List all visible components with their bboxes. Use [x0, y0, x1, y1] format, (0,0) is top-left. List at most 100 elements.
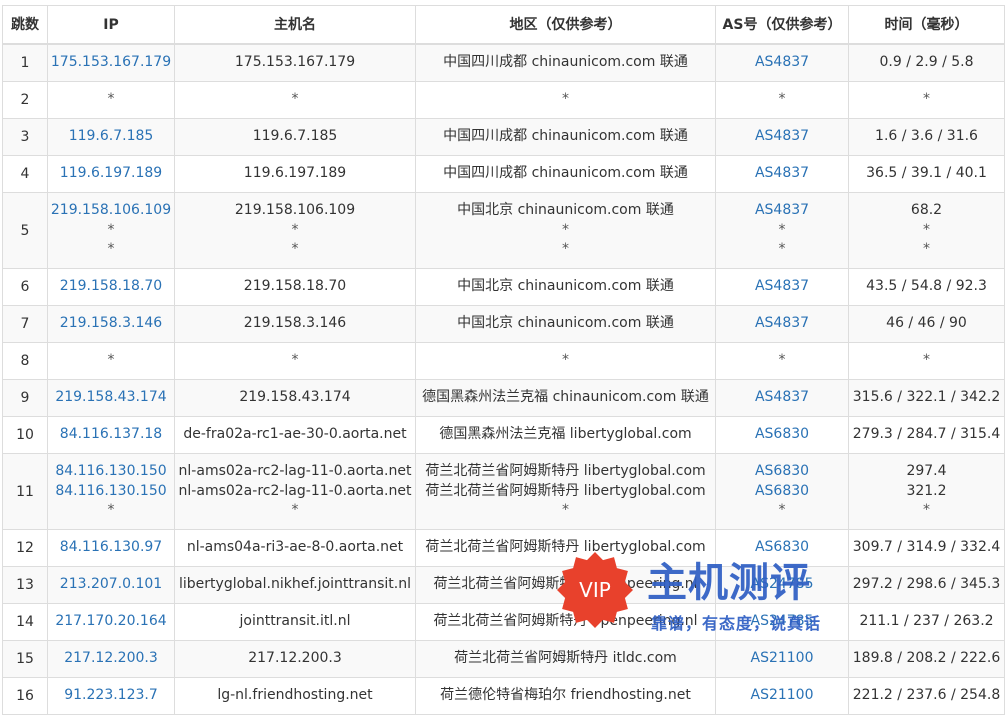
as-cell: AS6830 AS6830 *	[715, 453, 849, 530]
region-cell: 中国四川成都 chinaunicom.com 联通	[415, 155, 716, 193]
ip-cell-line[interactable]: 217.170.20.164	[49, 612, 174, 632]
hop-cell: 14	[2, 603, 48, 641]
table-row: 2 * * * * *	[2, 81, 1005, 119]
ip-cell: 219.158.43.174	[47, 379, 175, 417]
as-cell-line[interactable]: AS21100	[717, 649, 848, 669]
hop-cell: 10	[2, 416, 48, 454]
header-as: AS号（仅供参考）	[715, 5, 849, 45]
ip-cell-line[interactable]: 91.223.123.7	[49, 686, 174, 706]
time-cell: 36.5 / 39.1 / 40.1	[848, 155, 1005, 193]
hostname-cell: 219.158.3.146	[174, 305, 416, 343]
as-cell-line[interactable]: AS4837	[717, 277, 848, 297]
ip-cell-line[interactable]: 219.158.18.70	[49, 277, 174, 297]
hop-cell: 2	[2, 81, 48, 119]
region-cell-line: *	[562, 91, 569, 108]
as-cell: AS4837	[715, 268, 849, 306]
region-cell-line: 荷兰北荷兰省阿姆斯特丹 libertyglobal.com	[425, 539, 706, 556]
region-cell: 荷兰北荷兰省阿姆斯特丹 libertyglobal.com	[415, 529, 716, 567]
as-cell-line[interactable]: AS4837	[717, 388, 848, 408]
time-cell-line: 189.8 / 208.2 / 222.6	[852, 650, 1001, 667]
region-cell-line: 中国北京 chinaunicom.com 联通	[457, 202, 674, 219]
hop-cell: 1	[2, 43, 48, 82]
table-row: 4 119.6.197.189 119.6.197.189 中国四川成都 chinau…	[2, 155, 1005, 193]
table-row: 16 91.223.123.7 lg-nl.friendhosting.net 荷兰德…	[2, 677, 1005, 715]
time-cell: 221.2 / 237.6 / 254.8	[848, 677, 1005, 715]
time-cell: 211.1 / 237 / 263.2	[848, 603, 1005, 641]
as-cell-line[interactable]: AS24785	[717, 575, 848, 595]
ip-cell-line[interactable]: 175.153.167.179	[49, 53, 174, 73]
ip-cell-line[interactable]: 213.207.0.101	[49, 575, 174, 595]
region-cell: 中国四川成都 chinaunicom.com 联通	[415, 118, 716, 156]
as-cell: AS4837	[715, 305, 849, 343]
ip-cell-line[interactable]: 84.116.130.150	[49, 462, 174, 482]
table-body: 1 175.153.167.179 175.153.167.179 中国四川成都 ch…	[2, 43, 1005, 715]
time-cell: 279.3 / 284.7 / 315.4	[848, 416, 1005, 454]
region-cell-line: 德国黑森州法兰克福 chinaunicom.com 联通	[422, 389, 709, 406]
ip-cell-line[interactable]: 119.6.197.189	[49, 164, 174, 184]
hostname-cell-line: de-fra02a-rc1-ae-30-0.aorta.net	[183, 426, 407, 443]
ip-cell-line[interactable]: 217.12.200.3	[49, 649, 174, 669]
region-cell-line: 荷兰德伦特省梅珀尔 friendhosting.net	[440, 687, 691, 704]
hostname-cell: 119.6.197.189	[174, 155, 416, 193]
hostname-cell: 217.12.200.3	[174, 640, 416, 678]
ip-cell: 119.6.197.189	[47, 155, 175, 193]
region-cell: 中国北京 chinaunicom.com 联通	[415, 305, 716, 343]
as-cell: AS6830	[715, 529, 849, 567]
time-cell-line: 36.5 / 39.1 / 40.1	[866, 165, 987, 182]
region-cell-line: 中国四川成都 chinaunicom.com 联通	[443, 54, 688, 71]
ip-cell: *	[47, 342, 175, 380]
hop-cell: 6	[2, 268, 48, 306]
traceroute-table: 跳数 IP 主机名 地区（仅供参考） AS号（仅供参考） 时间（毫秒） 1 175…	[2, 5, 1005, 715]
hostname-cell-line: *	[291, 241, 299, 258]
region-cell-line: 中国北京 chinaunicom.com 联通	[457, 315, 674, 332]
time-cell: 46 / 46 / 90	[848, 305, 1005, 343]
hostname-cell-line: 219.158.18.70	[243, 278, 347, 295]
time-cell-line: 315.6 / 322.1 / 342.2	[852, 389, 1001, 406]
time-cell-line: *	[923, 352, 930, 369]
time-cell-line: 46 / 46 / 90	[886, 315, 967, 332]
time-cell-line: 309.7 / 314.9 / 332.4	[852, 539, 1001, 556]
hostname-cell-line: 175.153.167.179	[234, 54, 356, 71]
as-cell-line[interactable]: AS21100	[717, 686, 848, 706]
table-row: 8 * * * * *	[2, 342, 1005, 380]
ip-cell-line[interactable]: 219.158.3.146	[49, 314, 174, 334]
hostname-cell-line: nl-ams04a-ri3-ae-8-0.aorta.net	[186, 539, 404, 556]
as-cell-line[interactable]: AS6830	[717, 538, 848, 558]
as-cell-line[interactable]: AS4837	[717, 164, 848, 184]
hostname-cell-line: 119.6.197.189	[243, 165, 347, 182]
region-cell: 荷兰德伦特省梅珀尔 friendhosting.net	[415, 677, 716, 715]
as-cell-line[interactable]: AS6830	[717, 482, 848, 502]
hostname-cell-line: lg-nl.friendhosting.net	[217, 687, 373, 704]
hostname-cell-line: *	[291, 352, 299, 369]
as-cell: AS6830	[715, 416, 849, 454]
region-cell-line: 荷兰北荷兰省阿姆斯特丹 libertyglobal.com	[425, 482, 706, 499]
as-cell-line[interactable]: AS4837	[717, 314, 848, 334]
as-cell-line[interactable]: AS24785	[717, 612, 848, 632]
ip-cell: 91.223.123.7	[47, 677, 175, 715]
time-cell: 189.8 / 208.2 / 222.6	[848, 640, 1005, 678]
hostname-cell: libertyglobal.nikhef.jointtransit.nl	[174, 566, 416, 604]
hostname-cell: nl-ams02a-rc2-lag-11-0.aorta.net nl-ams02…	[174, 453, 416, 530]
hop-cell: 16	[2, 677, 48, 715]
ip-cell-line[interactable]: 84.116.130.150	[49, 482, 174, 502]
ip-cell: 175.153.167.179	[47, 43, 175, 82]
as-cell-line[interactable]: AS6830	[717, 462, 848, 482]
ip-cell-line[interactable]: 219.158.106.109	[49, 201, 174, 221]
header-time: 时间（毫秒）	[848, 5, 1005, 45]
ip-cell-line[interactable]: 84.116.137.18	[49, 425, 174, 445]
as-cell: AS4837	[715, 43, 849, 82]
hostname-cell: 219.158.106.109 * *	[174, 192, 416, 269]
hostname-cell-line: 219.158.106.109	[234, 202, 356, 219]
time-cell: *	[848, 342, 1005, 380]
hostname-cell: 219.158.43.174	[174, 379, 416, 417]
as-cell-line[interactable]: AS4837	[717, 53, 848, 73]
ip-cell-line[interactable]: 84.116.130.97	[49, 538, 174, 558]
region-cell: 荷兰北荷兰省阿姆斯特丹 itldc.com	[415, 640, 716, 678]
ip-cell-line[interactable]: 219.158.43.174	[49, 388, 174, 408]
as-cell-line[interactable]: AS4837	[717, 201, 848, 221]
time-cell-line: 321.2	[906, 482, 947, 499]
as-cell-line[interactable]: AS4837	[717, 127, 848, 147]
ip-cell-line[interactable]: 119.6.7.185	[49, 127, 174, 147]
time-cell-line: *	[923, 502, 930, 519]
as-cell-line[interactable]: AS6830	[717, 425, 848, 445]
